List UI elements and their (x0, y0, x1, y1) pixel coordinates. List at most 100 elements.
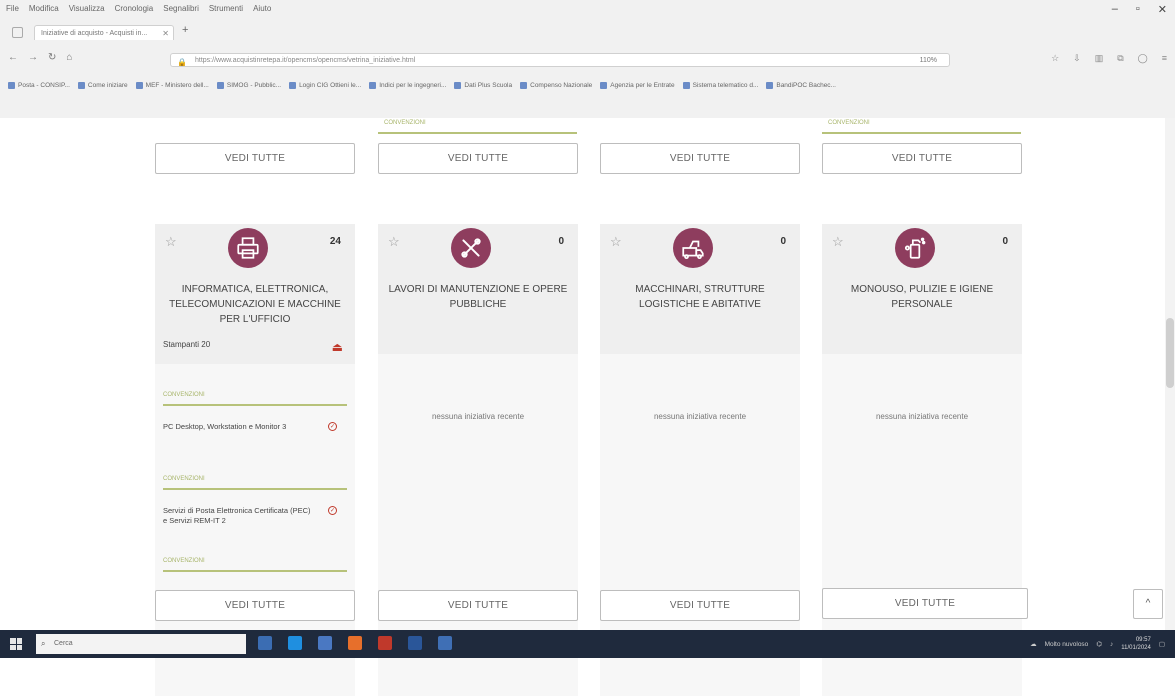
category-count: 0 (558, 236, 564, 247)
pdf-icon[interactable]: ⏏ (332, 340, 343, 354)
bookmark-item[interactable]: Agenzia per le Entrate (600, 81, 675, 89)
category-card-macchinari: ☆ 0 MACCHINARI, STRUTTURE LOGISTICHE E A… (600, 224, 800, 696)
lock-icon: 🔒 (177, 58, 187, 67)
menu-bookmarks[interactable]: Segnalibri (163, 4, 199, 20)
info-circle-icon[interactable]: ✓ (328, 506, 337, 515)
weather-icon[interactable]: ☁ (1030, 640, 1037, 648)
bookmark-icon (135, 81, 143, 89)
page-content: CONVENZIONI CONVENZIONI VEDI TUTTE VEDI … (0, 118, 1175, 696)
section-label-convenzioni: CONVENZIONI (163, 558, 205, 564)
close-icon[interactable]: ✕ (1158, 3, 1167, 16)
category-title[interactable]: INFORMATICA, ELETTRONICA, TELECOMUNICAZI… (163, 282, 347, 327)
initiative-item[interactable]: PC Desktop, Workstation e Monitor 3 (163, 422, 313, 432)
vedi-tutte-button[interactable]: VEDI TUTTE (600, 143, 800, 174)
favorite-star-icon[interactable]: ☆ (388, 234, 400, 250)
bookmark-star-icon[interactable]: ☆ (1051, 53, 1059, 64)
menu-help[interactable]: Aiuto (253, 4, 271, 20)
bookmark-item[interactable]: MEF - Ministero dell... (135, 81, 209, 89)
menu-view[interactable]: Visualizza (69, 4, 105, 20)
bookmark-icon (289, 81, 297, 89)
category-title[interactable]: MONOUSO, PULIZIE E IGIENE PERSONALE (830, 282, 1014, 312)
vedi-tutte-button[interactable]: VEDI TUTTE (378, 590, 578, 621)
taskbar-clock[interactable]: 09:57 11/01/2024 (1121, 636, 1151, 652)
bookmark-item[interactable]: BandiPOC Bachec... (766, 81, 836, 89)
tab-list-icon[interactable] (12, 27, 23, 38)
category-count: 0 (780, 236, 786, 247)
taskbar-search[interactable]: ⌕ Cerca (36, 634, 246, 654)
zoom-level[interactable]: 110% (920, 54, 937, 66)
bookmark-item[interactable]: Dati Plus Scuola (454, 81, 512, 89)
notifications-icon[interactable]: ▢ (1159, 640, 1165, 648)
menu-icon[interactable]: ≡ (1162, 53, 1167, 64)
acrobat-icon[interactable] (378, 636, 392, 650)
maximize-icon[interactable]: ▫ (1136, 3, 1140, 16)
bookmark-icon (766, 81, 774, 89)
bookmark-item[interactable]: Sistema telematico d... (682, 81, 758, 89)
taskbar-apps (258, 636, 452, 650)
vedi-tutte-button[interactable]: VEDI TUTTE (155, 143, 355, 174)
vedi-tutte-button[interactable]: VEDI TUTTE (378, 143, 578, 174)
menu-edit[interactable]: Modifica (29, 4, 59, 20)
card-header: ☆ 0 LAVORI DI MANUTENZIONE E OPERE PUBBL… (378, 224, 578, 354)
library-icon[interactable]: ▥ (1095, 53, 1104, 64)
home-icon[interactable]: ⌂ (66, 52, 72, 63)
url-bar[interactable]: 🔒 https://www.acquistinretepa.it/opencms… (170, 53, 950, 67)
category-title[interactable]: MACCHINARI, STRUTTURE LOGISTICHE E ABITA… (608, 282, 792, 312)
printer-icon (228, 228, 268, 268)
reload-icon[interactable]: ↻ (48, 52, 56, 63)
minimize-icon[interactable]: – (1112, 3, 1118, 16)
firefox-icon[interactable] (348, 636, 362, 650)
category-card-lavori: ☆ 0 LAVORI DI MANUTENZIONE E OPERE PUBBL… (378, 224, 578, 696)
tab-close-icon[interactable]: ✕ (162, 26, 169, 40)
network-icon[interactable]: ⌬ (1096, 640, 1102, 648)
account-icon[interactable]: ◯ (1138, 53, 1148, 64)
vedi-tutte-button[interactable]: VEDI TUTTE (822, 588, 1028, 619)
menu-bar: File Modifica Visualizza Cronologia Segn… (6, 4, 271, 20)
volume-icon[interactable]: ♪ (1110, 641, 1113, 648)
section-divider (822, 132, 1021, 134)
word-icon[interactable] (408, 636, 422, 650)
menu-history[interactable]: Cronologia (115, 4, 154, 20)
category-title[interactable]: LAVORI DI MANUTENZIONE E OPERE PUBBLICHE (386, 282, 570, 312)
scrollbar-thumb[interactable] (1166, 318, 1174, 388)
vedi-tutte-button[interactable]: VEDI TUTTE (600, 590, 800, 621)
bookmark-item[interactable]: SIMOG - Pubblic... (216, 81, 281, 89)
vedi-tutte-button[interactable]: VEDI TUTTE (822, 143, 1022, 174)
menu-tools[interactable]: Strumenti (209, 4, 243, 20)
back-icon[interactable]: ← (8, 52, 18, 63)
bookmark-item[interactable]: Come iniziare (77, 81, 128, 89)
bookmark-item[interactable]: Login CIG Ottieni le... (289, 81, 361, 89)
edge-icon[interactable] (288, 636, 302, 650)
downloads-icon[interactable]: ⇩ (1073, 53, 1081, 64)
back-to-top-button[interactable]: ^ (1133, 589, 1163, 619)
task-view-icon[interactable] (258, 636, 272, 650)
new-tab-icon[interactable]: + (182, 24, 188, 36)
bookmark-item[interactable]: Indici per le ingegneri... (369, 81, 446, 89)
category-card-monouso: ☆ 0 MONOUSO, PULIZIE E IGIENE PERSONALE … (822, 224, 1022, 696)
favorite-star-icon[interactable]: ☆ (832, 234, 844, 250)
outlook-icon[interactable] (438, 636, 452, 650)
bookmark-icon (520, 81, 528, 89)
tab-title: Iniziative di acquisto - Acquisti in... (41, 30, 148, 37)
favorite-star-icon[interactable]: ☆ (610, 234, 622, 250)
bookmark-icon (369, 81, 377, 89)
menu-file[interactable]: File (6, 4, 19, 20)
file-explorer-icon[interactable] (318, 636, 332, 650)
start-icon[interactable] (10, 638, 22, 650)
clock-time: 09:57 (1135, 637, 1151, 643)
vedi-tutte-button[interactable]: VEDI TUTTE (155, 590, 355, 621)
info-circle-icon[interactable]: ✓ (328, 422, 337, 431)
favorite-star-icon[interactable]: ☆ (165, 234, 177, 250)
section-divider (163, 488, 347, 490)
browser-tab[interactable]: Iniziative di acquisto - Acquisti in... … (34, 25, 174, 40)
extensions-icon[interactable]: ⧉ (1117, 53, 1123, 64)
initiative-item[interactable]: Servizi di Posta Elettronica Certificata… (163, 506, 313, 526)
section-label-convenzioni: CONVENZIONI (163, 476, 205, 482)
weather-text[interactable]: Molto nuvoloso (1045, 641, 1089, 648)
bookmark-item[interactable]: Compenso Nazionale (520, 81, 592, 89)
subcategory-count[interactable]: Stampanti 20 (163, 340, 210, 349)
clock-date: 11/01/2024 (1121, 645, 1151, 651)
forward-icon[interactable]: → (28, 52, 38, 63)
bookmark-item[interactable]: Posta - CONSIP... (8, 81, 70, 89)
page-scrollbar[interactable] (1165, 118, 1175, 630)
